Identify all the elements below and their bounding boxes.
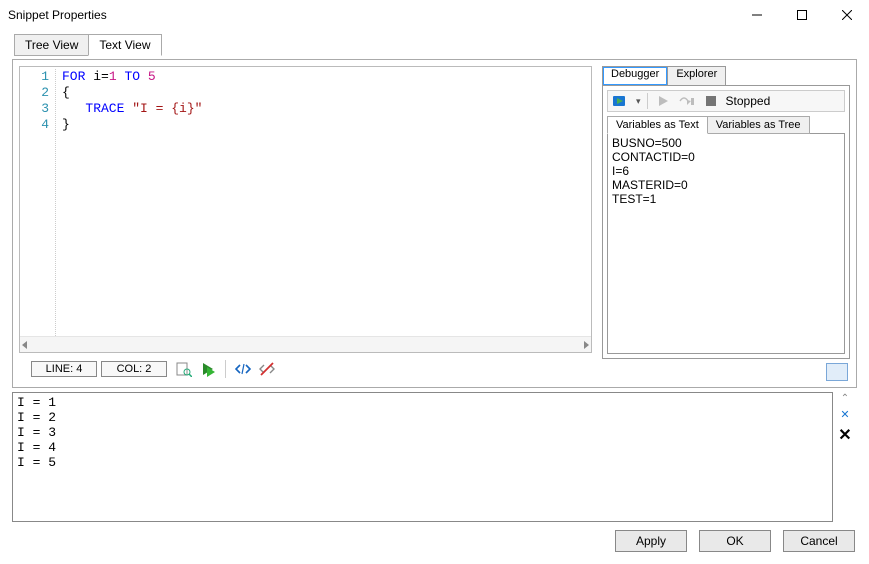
scroll-right-icon[interactable] <box>584 341 589 349</box>
close-button[interactable] <box>824 0 869 30</box>
editor-h-scrollbar[interactable] <box>20 336 591 352</box>
cancel-button[interactable]: Cancel <box>783 530 855 552</box>
run-script-icon[interactable] <box>199 360 217 378</box>
main-tab-panel: 1234 FOR i=1 TO 5{ TRACE "I = {i}"} LINE… <box>12 59 857 388</box>
line-number: 2 <box>20 85 49 101</box>
debugger-state: Stopped <box>726 94 771 108</box>
status-line: LINE: 4 <box>31 361 97 377</box>
play-icon[interactable] <box>654 92 672 110</box>
window-title: Snippet Properties <box>8 8 107 22</box>
code-line[interactable]: } <box>62 117 591 133</box>
code-tags-icon[interactable] <box>234 360 252 378</box>
debugger-panel: ▾ Stopped <box>602 85 850 359</box>
no-code-icon[interactable] <box>258 360 276 378</box>
tab-vars-text[interactable]: Variables as Text <box>607 116 708 134</box>
code-text[interactable]: FOR i=1 TO 5{ TRACE "I = {i}"} <box>56 69 591 336</box>
editor-toolbar <box>175 360 276 378</box>
upper-content: 1234 FOR i=1 TO 5{ TRACE "I = {i}"} LINE… <box>13 60 856 387</box>
apply-button[interactable]: Apply <box>615 530 687 552</box>
tab-text-view[interactable]: Text View <box>88 34 161 56</box>
code-line[interactable]: TRACE "I = {i}" <box>62 101 591 117</box>
line-number: 1 <box>20 69 49 85</box>
main-tabstrip: Tree View Text View <box>12 34 857 56</box>
output-row: I = 1 I = 2 I = 3 I = 4 I = 5 ⌃ ✕ ✕ <box>12 392 857 522</box>
line-gutter: 1234 <box>20 69 56 336</box>
toolbar-separator <box>225 360 226 378</box>
sidebar-tabstrip: Debugger Explorer <box>602 66 850 86</box>
code-area[interactable]: 1234 FOR i=1 TO 5{ TRACE "I = {i}"} <box>20 67 591 336</box>
variables-text[interactable]: BUSNO=500 CONTACTID=0 I=6 MASTERID=0 TES… <box>607 133 845 354</box>
toolbar-separator <box>647 93 648 109</box>
stop-icon[interactable] <box>702 92 720 110</box>
tab-vars-tree[interactable]: Variables as Tree <box>707 116 810 134</box>
panel-toggle-button[interactable] <box>826 363 848 381</box>
titlebar: Snippet Properties <box>0 0 869 30</box>
tab-debugger[interactable]: Debugger <box>602 66 668 86</box>
code-line[interactable]: FOR i=1 TO 5 <box>62 69 591 85</box>
minimize-button[interactable] <box>734 0 779 30</box>
editor-column: 1234 FOR i=1 TO 5{ TRACE "I = {i}"} LINE… <box>19 66 592 381</box>
maximize-button[interactable] <box>779 0 824 30</box>
pin-close-small-icon[interactable]: ✕ <box>840 408 849 421</box>
tab-explorer[interactable]: Explorer <box>667 66 726 86</box>
output-side-controls: ⌃ ✕ ✕ <box>833 392 857 522</box>
line-number: 4 <box>20 117 49 133</box>
dropdown-arrow-icon[interactable]: ▾ <box>636 96 641 107</box>
vars-tabstrip: Variables as Text Variables as Tree <box>607 116 845 134</box>
scroll-left-icon[interactable] <box>22 341 27 349</box>
footer: Apply OK Cancel <box>12 526 857 552</box>
client-area: Tree View Text View 1234 FOR i=1 TO 5{ T… <box>0 30 869 564</box>
code-editor[interactable]: 1234 FOR i=1 TO 5{ TRACE "I = {i}"} <box>19 66 592 353</box>
search-script-icon[interactable] <box>175 360 193 378</box>
tab-tree-view[interactable]: Tree View <box>14 34 89 56</box>
code-line[interactable]: { <box>62 85 591 101</box>
status-col: COL: 2 <box>101 361 167 377</box>
sidebar: Debugger Explorer ▾ <box>602 66 850 381</box>
ok-button[interactable]: OK <box>699 530 771 552</box>
trace-output[interactable]: I = 1 I = 2 I = 3 I = 4 I = 5 <box>12 392 833 522</box>
editor-statusbar: LINE: 4 COL: 2 <box>19 357 592 381</box>
go-icon[interactable] <box>612 92 630 110</box>
scroll-up-icon[interactable]: ⌃ <box>841 394 849 404</box>
window-controls <box>734 0 869 30</box>
window: Snippet Properties Tree View Text View <box>0 0 869 564</box>
debugger-toolbar: ▾ Stopped <box>607 90 845 112</box>
step-icon[interactable] <box>678 92 696 110</box>
line-number: 3 <box>20 101 49 117</box>
close-output-icon[interactable]: ✕ <box>838 425 851 445</box>
